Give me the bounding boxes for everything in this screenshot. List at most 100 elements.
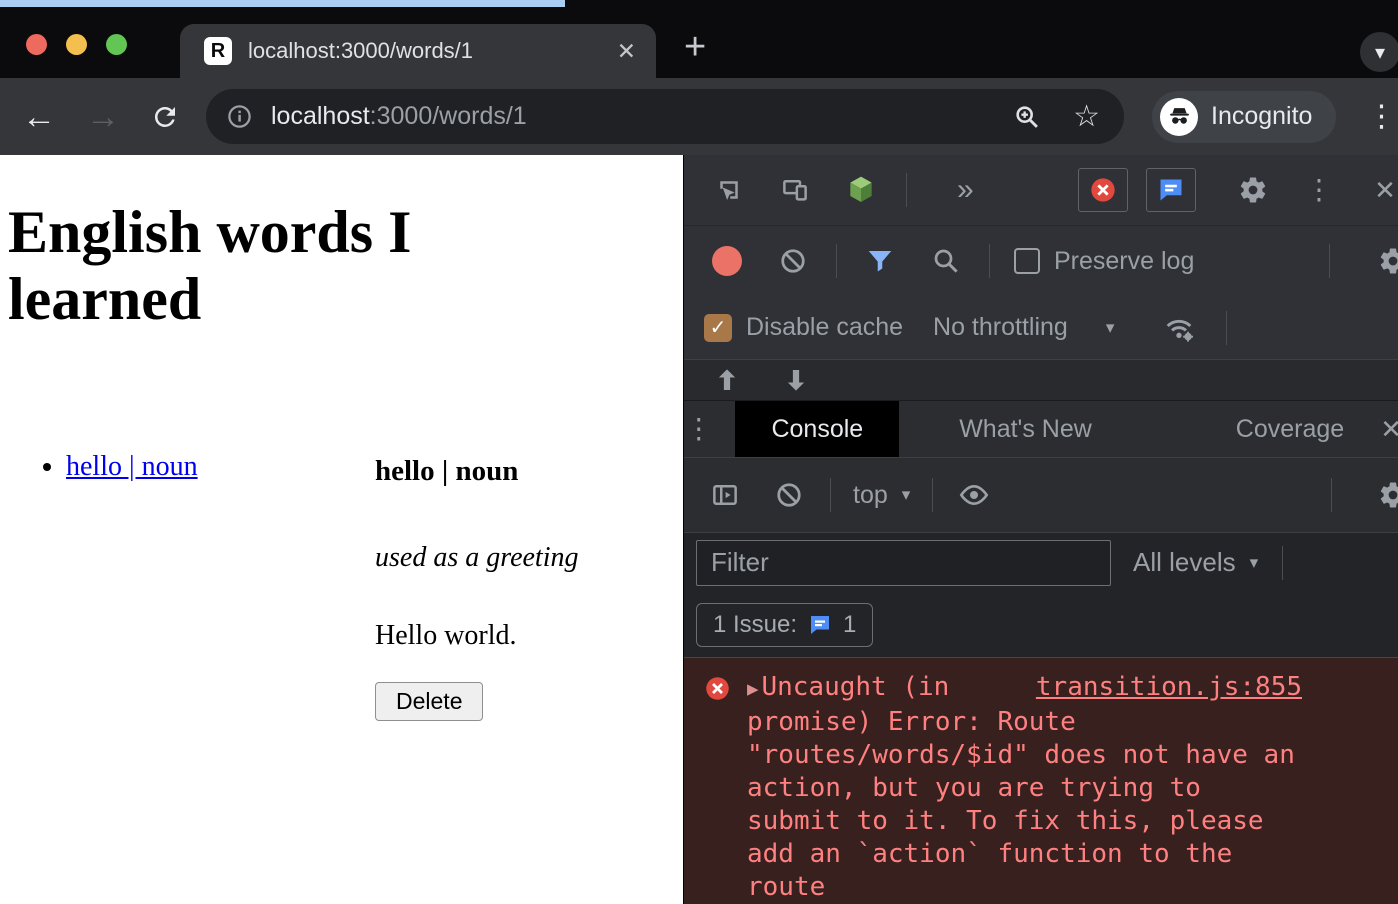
word-link[interactable]: hello | noun [66,451,198,482]
incognito-icon [1160,98,1198,136]
issues-counter[interactable]: 1 Issue: 1 [696,603,873,647]
clear-network-icon[interactable] [774,242,812,280]
network-search-icon[interactable] [927,242,965,280]
network-filter-icon[interactable] [861,242,899,280]
window-zoom-button[interactable] [106,34,127,55]
back-button[interactable]: ← [22,100,56,134]
window-minimize-button[interactable] [66,34,87,55]
tab-close-icon[interactable]: ✕ [617,38,636,65]
throttling-value: No throttling [933,313,1068,342]
error-icon [704,675,731,707]
incognito-label: Incognito [1211,102,1312,131]
address-bar[interactable]: localhost:3000/words/1 ☆ [206,89,1124,144]
error-message: transition.js:855 ▶Uncaught (in promise)… [684,658,1302,904]
window-close-button[interactable] [26,34,47,55]
divider [906,173,907,207]
context-selector[interactable]: top ▾ [853,481,910,510]
chevron-down-icon: ▾ [1250,553,1259,573]
browser-toolbar: ← → localhost:3000/words/1 ☆ Incognito ⋮ [0,78,1398,155]
tab-console[interactable]: Console [735,401,899,457]
forward-button[interactable]: → [86,100,120,134]
context-value: top [853,481,888,510]
url-text: localhost:3000/words/1 [271,102,527,131]
console-sidebar-icon[interactable] [706,476,744,514]
browser-menu-icon[interactable]: ⋮ [1366,99,1396,134]
zoom-icon[interactable] [1013,103,1041,131]
drawer-menu-icon[interactable]: ⋮ [684,401,713,457]
new-tab-button[interactable]: + [684,28,706,66]
console-settings-gear-icon[interactable] [1374,476,1398,514]
url-host: localhost [271,102,370,130]
divider [932,478,933,512]
error-badge[interactable] [1078,168,1128,212]
console-filter-row: All levels ▾ [684,533,1398,592]
divider [1329,244,1330,278]
import-har-icon[interactable] [708,361,746,399]
export-har-icon[interactable] [777,361,815,399]
expand-triangle-icon[interactable]: ▶ [747,678,758,700]
background-window-sliver [0,0,565,7]
live-expression-eye-icon[interactable] [955,476,993,514]
word-detail: hello | noun used as a greeting Hello wo… [375,455,579,721]
issues-badge[interactable] [1146,168,1196,212]
preserve-log-label: Preserve log [1054,247,1194,276]
network-settings-gear-icon[interactable] [1374,242,1398,280]
chevron-down-icon: ▾ [1106,318,1115,338]
check-icon: ✓ [710,315,727,340]
more-panels-icon[interactable]: » [957,175,974,205]
devtools-close-icon[interactable]: ✕ [1366,171,1398,209]
node-devtools-icon[interactable] [842,171,880,209]
error-text: Uncaught (in promise) Error: Route "rout… [747,672,1295,902]
inspect-element-icon[interactable] [710,171,748,209]
divider [1282,546,1283,580]
disable-cache-label: Disable cache [746,313,903,342]
drawer-close-icon[interactable]: ✕ [1380,416,1398,442]
log-levels-value: All levels [1133,547,1236,578]
bookmark-star-icon[interactable]: ☆ [1073,99,1100,134]
network-toolbar: Preserve log [684,226,1398,296]
web-page: English words I learned hello | noun hel… [0,155,683,904]
console-error-entry[interactable]: transition.js:855 ▶Uncaught (in promise)… [684,658,1398,904]
tab-whats-new[interactable]: What's New [923,401,1128,457]
incognito-badge: Incognito [1152,91,1336,143]
record-button[interactable] [708,242,746,280]
devtools-menu-icon[interactable]: ⋮ [1300,171,1338,209]
url-path: :3000/words/1 [370,102,527,130]
console-issues-row: 1 Issue: 1 [684,592,1398,658]
settings-gear-icon[interactable] [1234,171,1272,209]
word-list: hello | noun [0,451,683,483]
network-import-export-row [684,360,1398,400]
browser-titlebar: R localhost:3000/words/1 ✕ + ▾ [0,0,1398,78]
devtools-main-toolbar: » ⋮ ✕ [684,155,1398,226]
clear-console-icon[interactable] [770,476,808,514]
preserve-log-checkbox[interactable]: Preserve log [1014,247,1194,276]
word-definition: used as a greeting [375,542,579,574]
tab-coverage[interactable]: Coverage [1200,401,1380,457]
disable-cache-checkbox[interactable]: ✓ Disable cache [704,313,903,342]
browser-tab[interactable]: R localhost:3000/words/1 ✕ [180,24,656,78]
filter-input[interactable] [696,540,1111,586]
drawer-tab-bar: ⋮ Console What's New Coverage ✕ [684,400,1398,458]
remix-favicon-icon: R [204,37,232,65]
tab-search-button[interactable]: ▾ [1360,32,1398,72]
checkbox-checked[interactable]: ✓ [704,314,732,342]
site-info-icon[interactable] [226,103,253,130]
reload-button[interactable] [150,102,180,132]
network-conditions-icon[interactable] [1160,309,1198,347]
issue-chat-icon [808,613,832,637]
divider [1331,478,1332,512]
divider [836,244,837,278]
throttling-select[interactable]: No throttling ▾ [933,313,1114,342]
checkbox-unchecked[interactable] [1014,248,1040,274]
device-toolbar-icon[interactable] [776,171,814,209]
network-options-toolbar: ✓ Disable cache No throttling ▾ [684,296,1398,360]
issue-label: 1 Issue: [713,611,797,639]
log-levels-select[interactable]: All levels ▾ [1133,547,1258,578]
page-title: English words I learned [8,199,568,333]
divider [989,244,990,278]
content-area: English words I learned hello | noun hel… [0,155,1398,904]
word-example: Hello world. [375,620,579,652]
delete-button[interactable]: Delete [375,682,483,721]
error-source-link[interactable]: transition.js:855 [1036,671,1302,704]
console-toolbar: top ▾ [684,458,1398,533]
